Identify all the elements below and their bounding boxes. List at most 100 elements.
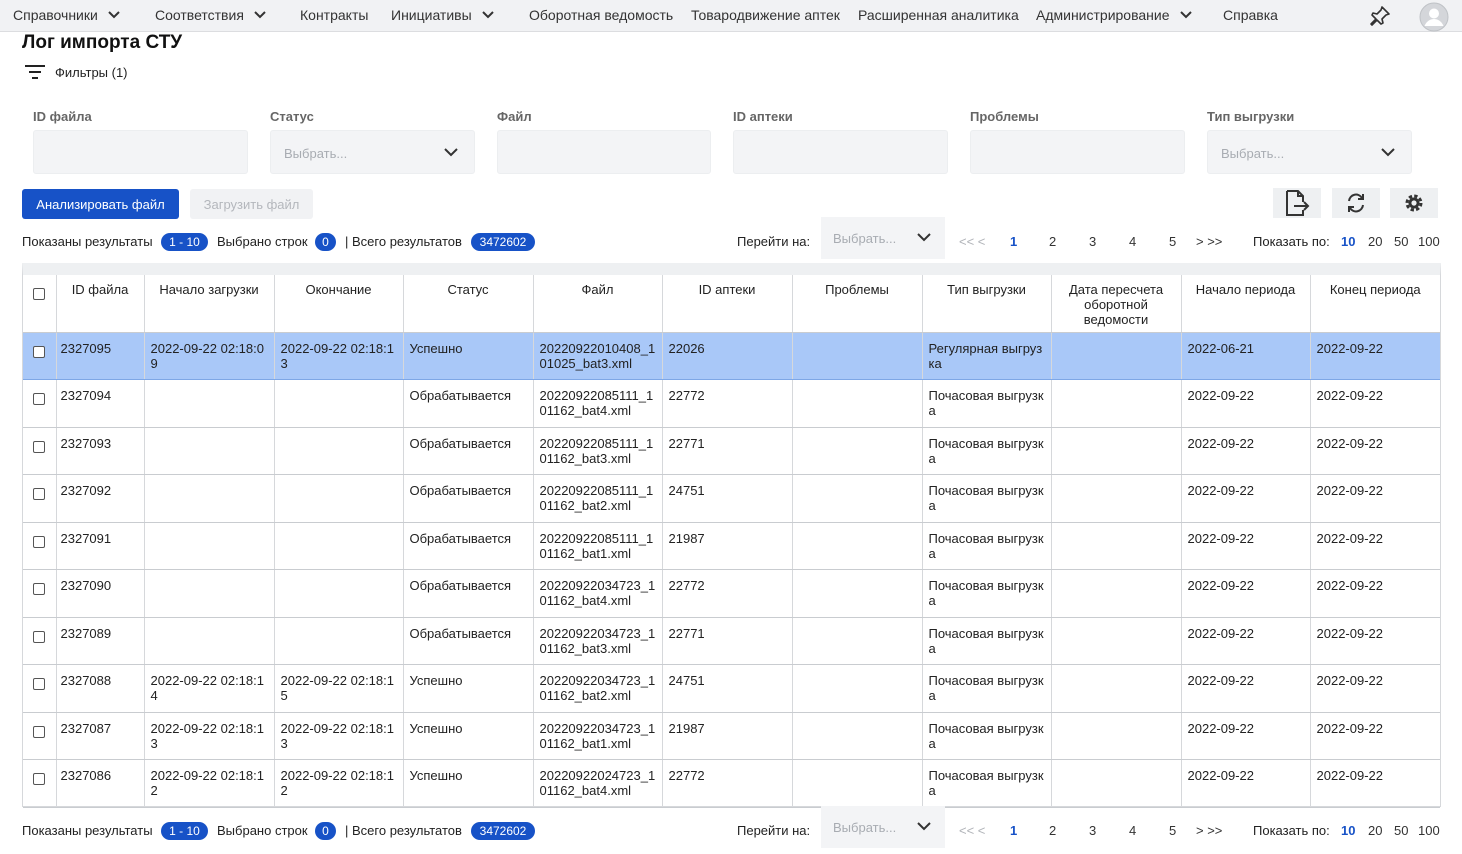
table-row[interactable]: 2327088 2022-09-22 02:18:14 2022-09-22 02:…	[23, 664, 1440, 713]
table-row[interactable]: 2327091 Обрабатывается 20220922085111_1011…	[23, 522, 1440, 570]
page-size-option[interactable]: 20	[1368, 234, 1382, 249]
page-size-option[interactable]: 10	[1341, 823, 1355, 838]
table-row[interactable]: 2327087 2022-09-22 02:18:13 2022-09-22 02:…	[23, 712, 1440, 760]
page-link[interactable]: 4	[1129, 234, 1136, 249]
column-header[interactable]: ID файла	[56, 275, 145, 333]
row-select-cell	[23, 712, 57, 760]
column-header[interactable]: Начало загрузки	[144, 275, 275, 333]
page-link[interactable]: 3	[1089, 823, 1096, 838]
shown-range-badge: 1 - 10	[161, 822, 208, 840]
first-prev-page-link[interactable]: << <	[959, 823, 985, 838]
goto-page-select[interactable]: Выбрать...	[821, 806, 945, 848]
column-header[interactable]: Окончание	[274, 275, 404, 333]
pin-icon[interactable]	[1368, 4, 1392, 31]
nav-item-label: Товародвижение аптек	[691, 7, 840, 23]
file-input[interactable]	[497, 130, 711, 174]
row-checkbox[interactable]	[33, 535, 46, 548]
file-name-cell: 20220922010408_101025_bat3.xml	[533, 332, 663, 380]
page-link[interactable]: 2	[1049, 234, 1056, 249]
nav-item-contracts[interactable]: Контракты	[300, 0, 368, 32]
table-row[interactable]: 2327090 Обрабатывается 20220922034723_1011…	[23, 569, 1440, 618]
page-size-option[interactable]: 20	[1368, 823, 1382, 838]
column-header[interactable]: Статус	[403, 275, 534, 333]
column-header[interactable]: Проблемы	[792, 275, 923, 333]
page-link[interactable]: 5	[1169, 823, 1176, 838]
table-row[interactable]: 2327089 Обрабатывается 20220922034723_1011…	[23, 617, 1440, 665]
page-link[interactable]: 4	[1129, 823, 1136, 838]
chevron-down-icon	[444, 145, 458, 160]
file-id-input[interactable]	[33, 130, 248, 174]
row-checkbox[interactable]	[33, 345, 46, 358]
table-row[interactable]: 2327095 2022-09-22 02:18:09 2022-09-22 02:…	[23, 332, 1440, 380]
period-start-cell: 2022-09-22	[1181, 522, 1311, 570]
row-checkbox[interactable]	[33, 440, 46, 453]
next-last-page-link[interactable]: > >>	[1196, 823, 1222, 838]
upload-file-button[interactable]: Загрузить файл	[190, 189, 313, 219]
export-file-button[interactable]	[1273, 188, 1321, 218]
period-end-cell: 2022-09-22	[1310, 522, 1440, 570]
table-row[interactable]: 2327086 2022-09-22 02:18:12 2022-09-22 02:…	[23, 759, 1440, 808]
nav-item-mappings[interactable]: Соответствия	[155, 0, 266, 32]
pharmacy-id-cell: 22772	[662, 379, 793, 428]
page-link[interactable]: 5	[1169, 234, 1176, 249]
page-size-option[interactable]: 100	[1418, 234, 1440, 249]
column-header[interactable]: Тип выгрузки	[922, 275, 1052, 333]
page-size-label: Показать по:	[1253, 234, 1330, 249]
row-select-cell	[23, 427, 57, 475]
nav-item-initiatives[interactable]: Инициативы	[391, 0, 494, 32]
page-link[interactable]: 1	[1010, 234, 1017, 249]
nav-item-turnover[interactable]: Оборотная ведомость	[529, 0, 673, 32]
first-prev-page-link[interactable]: << <	[959, 234, 985, 249]
recalc-date-cell	[1051, 427, 1182, 475]
pharmacy-id-input[interactable]	[733, 130, 948, 174]
column-header[interactable]: Файл	[533, 275, 663, 333]
select-all-checkbox[interactable]	[33, 288, 46, 300]
upload-end-cell	[274, 427, 404, 475]
column-header[interactable]: ID аптеки	[662, 275, 793, 333]
column-header[interactable]: Дата пересчета оборотной ведомости	[1051, 275, 1182, 333]
export-type-select[interactable]: Выбрать...	[1207, 130, 1412, 174]
page-size-option[interactable]: 50	[1394, 823, 1408, 838]
upload-end-cell: 2022-09-22 02:18:12	[274, 759, 404, 808]
row-checkbox[interactable]	[33, 488, 46, 500]
column-header[interactable]: Начало периода	[1181, 275, 1311, 333]
user-avatar-icon[interactable]	[1419, 2, 1449, 35]
filters-toggle[interactable]: Фильтры (1)	[25, 62, 128, 82]
row-checkbox[interactable]	[33, 725, 46, 738]
page-link[interactable]: 2	[1049, 823, 1056, 838]
goto-page-select[interactable]: Выбрать...	[821, 217, 945, 259]
row-checkbox[interactable]	[33, 678, 46, 690]
page-size-option[interactable]: 100	[1418, 823, 1440, 838]
analyze-file-button[interactable]: Анализировать файл	[22, 189, 179, 219]
upload-end-cell	[274, 569, 404, 618]
settings-button[interactable]	[1390, 188, 1438, 218]
refresh-button[interactable]	[1332, 188, 1380, 218]
row-checkbox[interactable]	[33, 583, 46, 595]
recalc-date-cell	[1051, 522, 1182, 570]
goto-label: Перейти на:	[737, 823, 811, 838]
column-header[interactable]: Конец периода	[1310, 275, 1440, 333]
row-checkbox[interactable]	[33, 393, 46, 405]
table-row[interactable]: 2327092 Обрабатывается 20220922085111_1011…	[23, 474, 1440, 523]
page-size-option[interactable]: 10	[1341, 234, 1355, 249]
nav-item-advanced-analytics[interactable]: Расширенная аналитика	[858, 0, 1019, 32]
table-row[interactable]: 2327093 Обрабатывается 20220922085111_1011…	[23, 427, 1440, 475]
export-type-label: Тип выгрузки	[1207, 109, 1295, 124]
row-checkbox[interactable]	[33, 773, 46, 785]
period-start-cell: 2022-09-22	[1181, 569, 1311, 618]
table-row[interactable]: 2327094 Обрабатывается 20220922085111_1011…	[23, 379, 1440, 428]
nav-item-administration[interactable]: Администрирование	[1036, 0, 1192, 32]
next-last-page-link[interactable]: > >>	[1196, 234, 1222, 249]
row-checkbox[interactable]	[33, 630, 46, 643]
problems-cell	[792, 617, 923, 665]
file-id-cell: 2327090	[56, 569, 145, 618]
nav-item-references[interactable]: Справочники	[13, 0, 120, 32]
nav-item-pharmacy-movement[interactable]: Товародвижение аптек	[691, 0, 840, 32]
page-link[interactable]: 1	[1010, 823, 1017, 838]
page-size-option[interactable]: 50	[1394, 234, 1408, 249]
pharmacy-id-cell: 22771	[662, 427, 793, 475]
page-link[interactable]: 3	[1089, 234, 1096, 249]
status-select[interactable]: Выбрать...	[270, 130, 475, 174]
problems-input[interactable]	[970, 130, 1185, 174]
nav-item-help[interactable]: Справка	[1223, 0, 1278, 32]
